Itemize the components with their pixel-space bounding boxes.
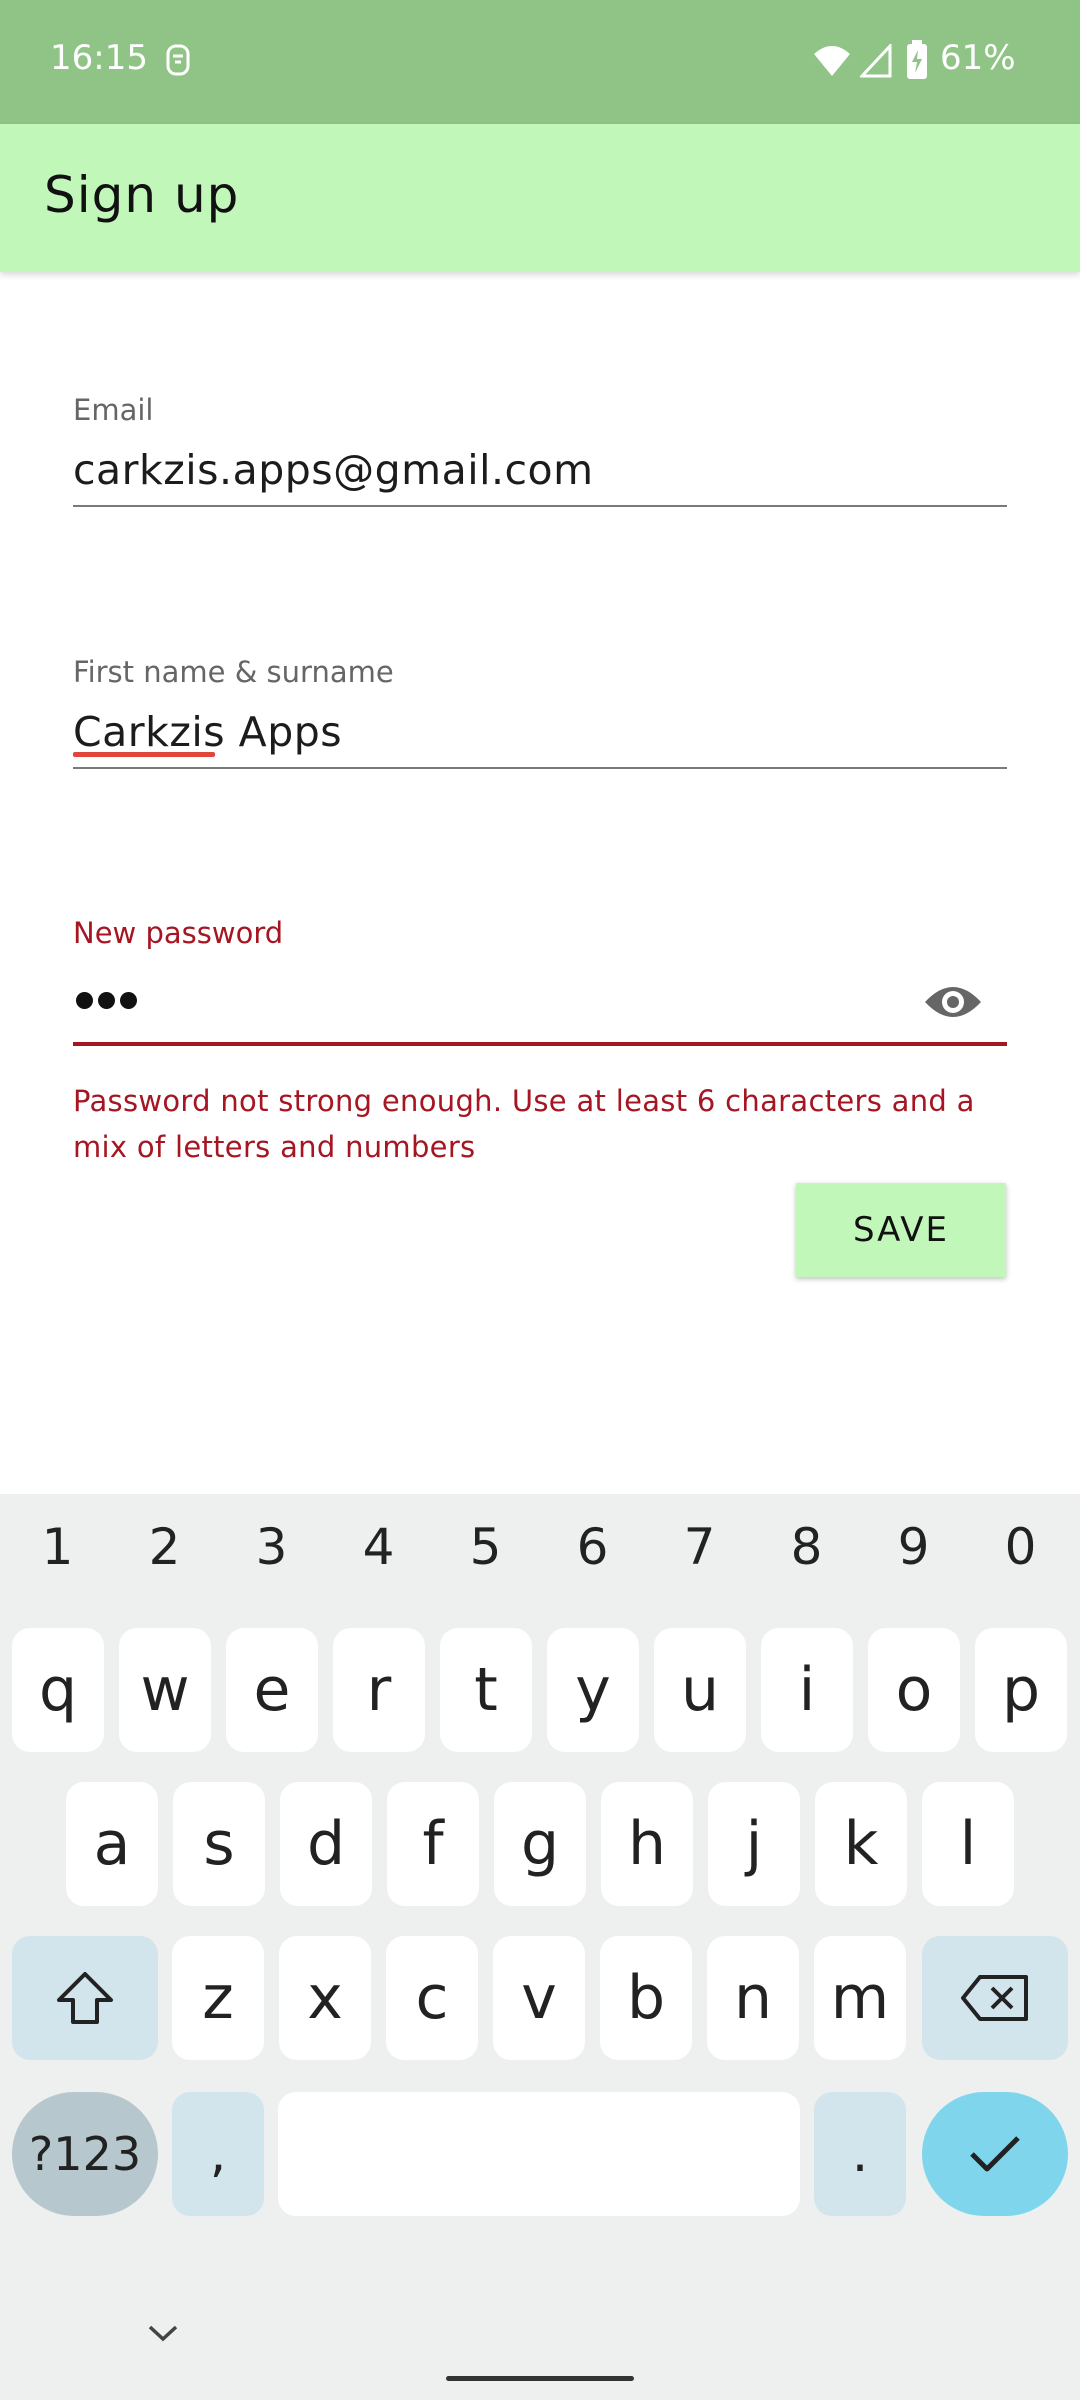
key-o[interactable]: o [868,1628,960,1752]
key-s[interactable]: s [173,1782,265,1906]
number-key[interactable]: 6 [539,1518,646,1576]
password-dot [76,992,93,1009]
save-button[interactable]: SAVE [796,1183,1006,1277]
period-key[interactable]: . [814,2092,906,2216]
page-title: Sign up [44,166,240,224]
email-underline [73,505,1007,507]
status-time: 16:15 [50,38,148,78]
spellcheck-underline [73,752,215,757]
key-t[interactable]: t [440,1628,532,1752]
battery-percent: 61% [940,38,1016,78]
number-row: 1234567890 [0,1518,1080,1578]
number-key[interactable]: 7 [646,1518,753,1576]
enter-key[interactable] [922,2092,1068,2216]
battery-icon [907,40,927,79]
name-underline [73,767,1007,769]
key-p[interactable]: p [975,1628,1067,1752]
name-label: First name & surname [73,655,394,689]
backspace-key[interactable] [922,1936,1068,2060]
key-h[interactable]: h [601,1782,693,1906]
password-dot [98,992,115,1009]
key-f[interactable]: f [387,1782,479,1906]
eye-icon[interactable] [922,978,984,1026]
wifi-icon [814,46,850,76]
key-g[interactable]: g [494,1782,586,1906]
key-u[interactable]: u [654,1628,746,1752]
shift-icon [57,1972,113,2024]
number-key[interactable]: 5 [432,1518,539,1576]
number-key[interactable]: 1 [4,1518,111,1576]
password-input[interactable] [76,992,142,1013]
symbols-key[interactable]: ?123 [12,2092,158,2216]
number-key[interactable]: 3 [218,1518,325,1576]
status-bar: 16:15 61% [0,0,1080,124]
key-w[interactable]: w [119,1628,211,1752]
key-z[interactable]: z [172,1936,264,2060]
name-input[interactable]: Carkzis Apps [73,708,342,756]
key-b[interactable]: b [600,1936,692,2060]
soft-keyboard: 1234567890 qwertyuiop asdfghjkl zxcvbnm … [0,1494,1080,2400]
key-l[interactable]: l [922,1782,1014,1906]
password-dot [120,992,137,1009]
email-input[interactable]: carkzis.apps@gmail.com [73,446,594,494]
key-c[interactable]: c [386,1936,478,2060]
key-y[interactable]: y [547,1628,639,1752]
key-a[interactable]: a [66,1782,158,1906]
key-n[interactable]: n [707,1936,799,2060]
key-v[interactable]: v [493,1936,585,2060]
signal-icon [860,44,892,78]
key-e[interactable]: e [226,1628,318,1752]
password-error-text: Password not strong enough. Use at least… [73,1084,975,1164]
number-key[interactable]: 0 [967,1518,1074,1576]
password-label: New password [73,916,284,950]
key-m[interactable]: m [814,1936,906,2060]
app-bar: Sign up [0,124,1080,272]
key-j[interactable]: j [708,1782,800,1906]
key-r[interactable]: r [333,1628,425,1752]
backspace-icon [961,1975,1028,2021]
number-key[interactable]: 4 [325,1518,432,1576]
key-i[interactable]: i [761,1628,853,1752]
chevron-down-icon[interactable] [146,2322,180,2344]
key-k[interactable]: k [815,1782,907,1906]
number-key[interactable]: 8 [753,1518,860,1576]
key-q[interactable]: q [12,1628,104,1752]
space-key[interactable] [278,2092,800,2216]
notification-icon [166,44,190,76]
number-key[interactable]: 2 [111,1518,218,1576]
shift-key[interactable] [12,1936,158,2060]
key-x[interactable]: x [279,1936,371,2060]
home-indicator[interactable] [446,2376,634,2381]
password-underline [73,1042,1007,1046]
comma-key[interactable]: , [172,2092,264,2216]
number-key[interactable]: 9 [860,1518,967,1576]
email-label: Email [73,393,154,427]
key-d[interactable]: d [280,1782,372,1906]
checkmark-icon [970,2136,1020,2172]
